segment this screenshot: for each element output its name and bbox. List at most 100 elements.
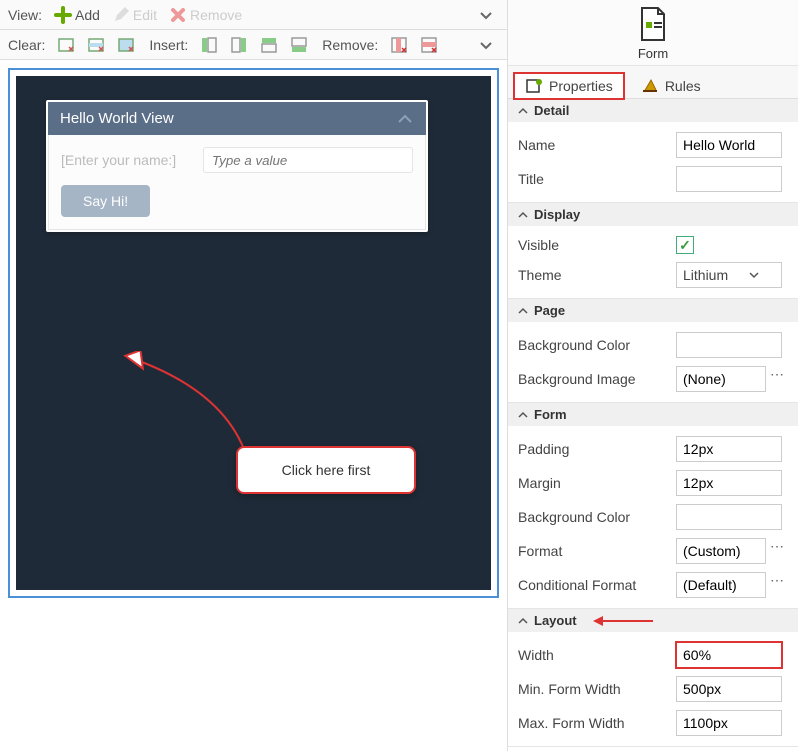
prop-theme-select[interactable]: Lithium [676, 262, 782, 288]
prop-row-title: Title [508, 162, 798, 196]
collapse-icon[interactable] [396, 112, 414, 126]
name-field-row: [Enter your name:] [61, 147, 413, 173]
prop-page-bgimage-label: Background Image [518, 371, 668, 387]
annotation-arrow-icon [593, 615, 653, 627]
clear-row-button[interactable] [83, 34, 109, 56]
prop-page-bgimage-input[interactable] [676, 366, 766, 392]
remove-view-label: Remove [190, 7, 242, 23]
pencil-icon [112, 6, 130, 24]
prop-width-label: Width [518, 647, 668, 663]
form-canvas-selection[interactable]: Hello World View [Enter your name:] Say … [8, 68, 499, 598]
prop-width-input[interactable] [676, 642, 782, 668]
clear-table-button[interactable] [113, 34, 139, 56]
prop-padding-input[interactable] [676, 436, 782, 462]
chevron-up-icon [518, 210, 528, 220]
clear-row-icon [87, 36, 105, 54]
section-layout-header[interactable]: Layout [508, 609, 798, 632]
prop-condfmt-label: Conditional Format [518, 577, 668, 593]
callout-tooltip: Click here first [236, 446, 416, 494]
prop-name-label: Name [518, 137, 668, 153]
clear-label: Clear: [8, 37, 45, 53]
menu-dropdown-icon [477, 36, 495, 54]
prop-form-bgcolor-input[interactable] [676, 504, 782, 530]
view-header[interactable]: Hello World View [48, 102, 426, 135]
plus-icon [54, 6, 72, 24]
prop-format-browse-button[interactable]: ⋯ [766, 538, 788, 564]
prop-row-name: Name [508, 128, 798, 162]
cross-icon [169, 6, 187, 24]
prop-margin-input[interactable] [676, 470, 782, 496]
say-hi-button[interactable]: Say Hi! [61, 185, 150, 217]
prop-row-format: Format ⋯ [508, 534, 798, 568]
add-view-label: Add [75, 7, 100, 23]
section-detail: Detail Name Title [508, 99, 798, 203]
prop-row-form-bgcolor: Background Color [508, 500, 798, 534]
prop-page-bgimage-browse-button[interactable]: ⋯ [766, 366, 788, 392]
name-field-label: [Enter your name:] [61, 152, 191, 168]
prop-name-input[interactable] [676, 132, 782, 158]
section-detail-header[interactable]: Detail [508, 99, 798, 122]
prop-format-input[interactable] [676, 538, 766, 564]
prop-row-padding: Padding [508, 432, 798, 466]
section-form: Form Padding Margin Background Color [508, 403, 798, 609]
properties-panel: Form Properties Rules Detail [508, 0, 798, 751]
prop-theme-label: Theme [518, 267, 668, 283]
panel-header-label: Form [638, 46, 668, 61]
remove-row-button[interactable] [416, 34, 442, 56]
section-display-title: Display [534, 207, 580, 222]
tab-rules[interactable]: Rules [630, 72, 712, 98]
view-toolbar: View: Add Edit Remove [0, 0, 507, 30]
insert-row-above-button[interactable] [256, 34, 282, 56]
view-toolbar-menu-button[interactable] [473, 4, 499, 26]
prop-theme-value: Lithium [683, 267, 728, 283]
insert-col-left-button[interactable] [196, 34, 222, 56]
hello-world-view[interactable]: Hello World View [Enter your name:] Say … [46, 100, 428, 232]
edit-view-label: Edit [133, 7, 157, 23]
remove-col-button[interactable] [386, 34, 412, 56]
prop-row-condfmt: Conditional Format ⋯ [508, 568, 798, 602]
layout-toolbar-menu-button[interactable] [473, 34, 499, 56]
remove-col-icon [390, 36, 408, 54]
form-icon [636, 6, 670, 44]
prop-condfmt-input[interactable] [676, 572, 766, 598]
section-display-header[interactable]: Display [508, 203, 798, 226]
prop-row-theme: Theme Lithium [508, 258, 798, 292]
canvas-wrap: Hello World View [Enter your name:] Say … [0, 60, 507, 751]
remove-row-icon [420, 36, 438, 54]
chevron-up-icon [518, 306, 528, 316]
add-view-button[interactable]: Add [50, 4, 104, 26]
clear-table-icon [117, 36, 135, 54]
rules-icon [641, 78, 659, 94]
prop-title-input[interactable] [676, 166, 782, 192]
tab-properties[interactable]: Properties [514, 73, 624, 99]
chevron-up-icon [518, 106, 528, 116]
left-panel: View: Add Edit Remove [0, 0, 508, 751]
prop-minw-input[interactable] [676, 676, 782, 702]
prop-minw-label: Min. Form Width [518, 681, 668, 697]
prop-padding-label: Padding [518, 441, 668, 457]
section-form-header[interactable]: Form [508, 403, 798, 426]
insert-col-right-button[interactable] [226, 34, 252, 56]
name-field-input[interactable] [203, 147, 413, 173]
prop-visible-checkbox[interactable]: ✓ [676, 236, 694, 254]
section-page: Page Background Color Background Image ⋯ [508, 299, 798, 403]
section-page-header[interactable]: Page [508, 299, 798, 322]
prop-condfmt-browse-button[interactable]: ⋯ [766, 572, 788, 598]
edit-view-button[interactable]: Edit [108, 4, 161, 26]
chevron-down-icon [749, 270, 759, 280]
clear-cell-button[interactable] [53, 34, 79, 56]
prop-maxw-label: Max. Form Width [518, 715, 668, 731]
section-layout-title: Layout [534, 613, 577, 628]
prop-row-margin: Margin [508, 466, 798, 500]
remove-view-button[interactable]: Remove [165, 4, 246, 26]
form-canvas[interactable]: Hello World View [Enter your name:] Say … [16, 76, 491, 590]
prop-row-width: Width [508, 638, 798, 672]
prop-page-bgcolor-input[interactable] [676, 332, 782, 358]
prop-title-label: Title [518, 171, 668, 187]
layout-toolbar: Clear: Insert: Remove: [0, 30, 507, 60]
section-layout: Layout Width Min. Form Width M [508, 609, 798, 747]
insert-row-below-button[interactable] [286, 34, 312, 56]
section-detail-title: Detail [534, 103, 569, 118]
prop-maxw-input[interactable] [676, 710, 782, 736]
insert-col-right-icon [230, 36, 248, 54]
